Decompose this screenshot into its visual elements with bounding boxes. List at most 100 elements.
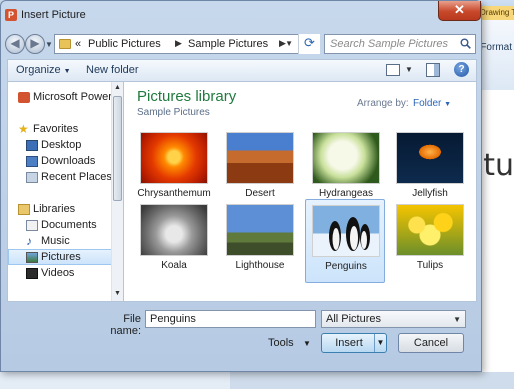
penguins-art: [329, 217, 370, 251]
recent-places-icon: [26, 172, 38, 183]
library-title: Pictures library: [137, 88, 237, 105]
insert-options-dropdown[interactable]: ▼: [374, 334, 386, 352]
picture-thumbnail: [396, 204, 464, 256]
picture-thumbnail: [140, 132, 208, 184]
picture-item-koala[interactable]: Koala: [134, 199, 214, 283]
picture-thumbnail: [226, 204, 294, 256]
picture-item-tulips[interactable]: Tulips: [390, 199, 470, 283]
format-tab[interactable]: Format: [480, 42, 514, 53]
chevron-down-icon: ▼: [63, 68, 71, 75]
dialog-title: Insert Picture: [21, 9, 86, 21]
nav-label: Music: [41, 235, 70, 247]
nav-label: Downloads: [41, 155, 96, 167]
chevron-down-icon: ▼: [303, 339, 311, 348]
filetype-select[interactable]: All Pictures ▼: [321, 310, 466, 328]
picture-item-lighthouse[interactable]: Lighthouse: [220, 199, 300, 283]
slide-thumbnails[interactable]: [0, 370, 230, 389]
nav-item-documents[interactable]: Documents: [8, 218, 112, 234]
tools-label: Tools: [268, 337, 294, 349]
nav-item-powerpoint[interactable]: Microsoft PowerPoi: [8, 90, 123, 106]
documents-icon: [26, 220, 38, 231]
picture-thumbnail: [226, 132, 294, 184]
nav-item-recent-places[interactable]: Recent Places: [8, 170, 112, 186]
picture-name: Desert: [245, 188, 275, 199]
filetype-value: All Pictures: [326, 313, 382, 325]
nav-scrollbar[interactable]: ▲ ▼: [111, 82, 123, 301]
nav-item-libraries[interactable]: Libraries: [8, 202, 112, 218]
downloads-icon: [26, 156, 38, 167]
scroll-down-icon[interactable]: ▼: [114, 290, 121, 297]
address-dropdown[interactable]: ▼: [285, 39, 293, 48]
tools-menu[interactable]: Tools ▼: [263, 334, 317, 352]
nav-label: Desktop: [41, 139, 82, 151]
drawing-tools-tab[interactable]: Drawing Too: [478, 6, 514, 20]
music-icon: ♪: [26, 234, 32, 248]
picture-name: Lighthouse: [235, 260, 285, 271]
refresh-button[interactable]: ⟳: [298, 34, 320, 54]
picture-name: Tulips: [416, 260, 444, 271]
close-button[interactable]: ✕: [438, 1, 481, 21]
nav-label: Pictures: [41, 251, 81, 263]
nav-item-music[interactable]: ♪ Music: [8, 234, 112, 250]
breadcrumb-sample-pictures[interactable]: Sample Pictures: [188, 38, 268, 50]
nav-label: Favorites: [33, 123, 79, 135]
picture-name: Jellyfish: [412, 188, 448, 199]
nav-item-desktop[interactable]: Desktop: [8, 138, 112, 154]
file-list: Pictures library Sample Pictures Arrange…: [124, 81, 477, 302]
folder-icon: [59, 39, 71, 49]
nav-scroll-thumb[interactable]: [113, 96, 122, 201]
insert-picture-dialog: P Insert Picture ✕ ◀ ▶ ▼ « Public Pictur…: [0, 0, 482, 372]
chevron-down-icon: ▼: [453, 315, 461, 324]
star-icon: ★: [18, 122, 29, 136]
preview-pane-icon[interactable]: [426, 63, 440, 77]
insert-button[interactable]: Insert ▼: [321, 333, 387, 353]
nav-label: Libraries: [33, 203, 76, 215]
search-icon[interactable]: [460, 38, 471, 49]
dialog-titlebar[interactable]: P Insert Picture ✕: [1, 1, 481, 29]
picture-thumbnail: [312, 205, 380, 257]
scroll-up-icon[interactable]: ▲: [114, 84, 121, 91]
arrange-by-dropdown[interactable]: Folder ▼: [413, 98, 451, 109]
picture-name: Koala: [161, 260, 187, 271]
videos-icon: [26, 268, 38, 279]
search-input[interactable]: Search Sample Pictures: [324, 34, 476, 54]
nav-item-pictures[interactable]: Pictures: [8, 249, 112, 265]
search-placeholder: Search Sample Pictures: [330, 38, 448, 50]
forward-button[interactable]: ▶: [25, 34, 45, 54]
picture-thumbnail: [312, 132, 380, 184]
nav-item-videos[interactable]: Videos: [8, 266, 112, 282]
desktop-icon: [26, 140, 38, 151]
filename-field[interactable]: Penguins: [145, 310, 316, 328]
picture-thumbnail: [140, 204, 208, 256]
address-bar[interactable]: « Public Pictures ▶ Sample Pictures ▶ ▼: [54, 34, 320, 54]
help-icon[interactable]: ?: [454, 62, 469, 77]
chevron-down-icon: ▼: [444, 101, 452, 108]
filename-value: Penguins: [150, 313, 196, 325]
navigation-pane: Microsoft PowerPoi ★ Favorites Desktop D…: [7, 81, 124, 302]
picture-name: Penguins: [325, 261, 367, 272]
filename-label: File name:: [110, 313, 141, 337]
view-options-dropdown[interactable]: ▼: [405, 65, 413, 74]
picture-name: Chrysanthemum: [137, 188, 211, 199]
nav-item-favorites[interactable]: ★ Favorites: [8, 122, 112, 138]
cancel-button[interactable]: Cancel: [398, 333, 464, 353]
organize-menu[interactable]: Organize ▼: [16, 64, 71, 76]
library-subtitle[interactable]: Sample Pictures: [137, 107, 210, 118]
picture-name: Hydrangeas: [319, 188, 373, 199]
address-overflow[interactable]: «: [75, 38, 81, 50]
chevron-right-icon[interactable]: ▶: [175, 38, 182, 49]
command-toolbar: Organize ▼ New folder ▼ ?: [7, 59, 477, 81]
libraries-icon: [18, 204, 30, 215]
recent-pages-dropdown[interactable]: ▼: [45, 40, 53, 49]
picture-item-penguins[interactable]: Penguins: [305, 199, 385, 283]
new-folder-button[interactable]: New folder: [86, 64, 139, 76]
back-button[interactable]: ◀: [5, 34, 25, 54]
nav-item-downloads[interactable]: Downloads: [8, 154, 112, 170]
organize-label: Organize: [16, 64, 61, 76]
powerpoint-icon: P: [5, 9, 17, 21]
nav-label: Documents: [41, 219, 97, 231]
nav-label: Videos: [41, 267, 75, 279]
breadcrumb-public-pictures[interactable]: Public Pictures: [88, 38, 161, 50]
picture-thumbnail: [396, 132, 464, 184]
change-view-icon[interactable]: [386, 64, 400, 76]
